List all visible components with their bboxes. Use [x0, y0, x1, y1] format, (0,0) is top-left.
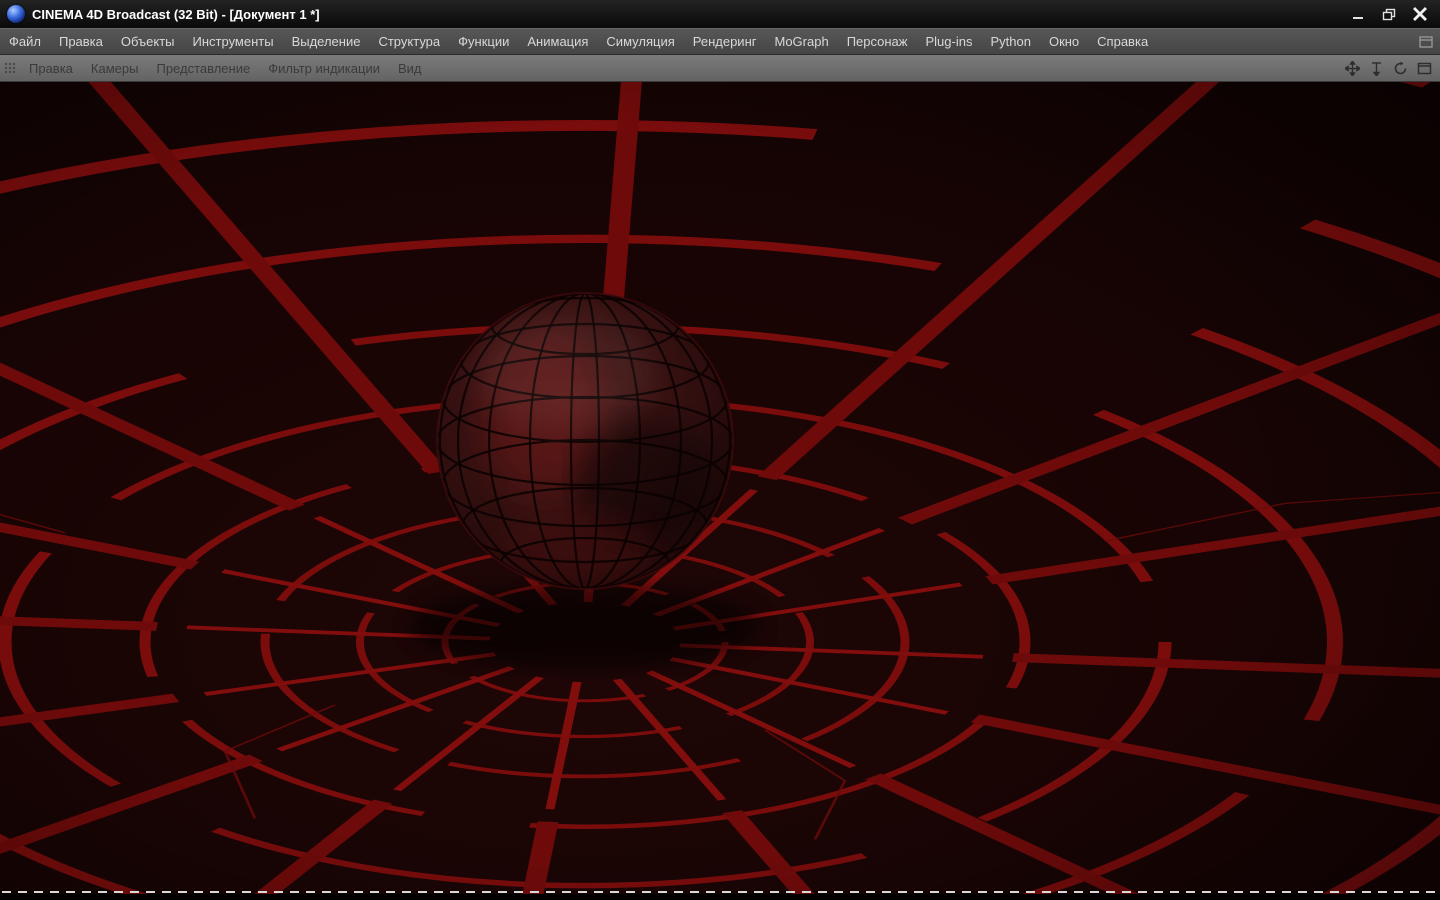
menu-functions[interactable]: Функции — [449, 29, 518, 54]
menu-structure[interactable]: Структура — [369, 29, 449, 54]
vp-menu-view[interactable]: Представление — [147, 56, 259, 81]
menu-selection[interactable]: Выделение — [283, 29, 370, 54]
vp-menu-cameras[interactable]: Камеры — [82, 56, 148, 81]
letterbox-strip — [0, 894, 1440, 900]
main-menu-bar: Файл Правка Объекты Инструменты Выделени… — [0, 28, 1440, 55]
toggle-view-icon[interactable] — [1416, 60, 1433, 77]
viewport-canvas[interactable] — [0, 82, 1440, 900]
vignette-overlay — [0, 82, 1440, 900]
menu-window[interactable]: Окно — [1040, 29, 1088, 54]
window-title: CINEMA 4D Broadcast (32 Bit) - [Документ… — [32, 6, 320, 22]
viewport-menu-bar: Правка Камеры Представление Фильтр индик… — [0, 55, 1440, 82]
drag-handle-icon[interactable] — [0, 62, 20, 74]
menu-rendering[interactable]: Рендеринг — [684, 29, 766, 54]
menu-edit[interactable]: Правка — [50, 29, 112, 54]
cinema4d-logo-icon — [7, 5, 25, 23]
menu-python[interactable]: Python — [981, 29, 1039, 54]
vp-menu-edit[interactable]: Правка — [20, 56, 82, 81]
viewport-panel — [0, 82, 1440, 900]
menu-help[interactable]: Справка — [1088, 29, 1157, 54]
viewport-nav-icons — [1344, 60, 1440, 77]
vp-menu-display-filter[interactable]: Фильтр индикации — [259, 56, 389, 81]
dolly-icon[interactable] — [1368, 60, 1385, 77]
menu-panel-icon[interactable] — [1419, 35, 1440, 48]
menu-tools[interactable]: Инструменты — [184, 29, 283, 54]
menu-file[interactable]: Файл — [0, 29, 50, 54]
close-button[interactable] — [1407, 3, 1433, 25]
move-icon[interactable] — [1344, 60, 1361, 77]
restore-button[interactable] — [1376, 3, 1402, 25]
rotate-icon[interactable] — [1392, 60, 1409, 77]
menu-animation[interactable]: Анимация — [518, 29, 597, 54]
menu-mograph[interactable]: MoGraph — [766, 29, 838, 54]
window-controls — [1345, 3, 1436, 25]
menu-objects[interactable]: Объекты — [112, 29, 184, 54]
title-bar[interactable]: CINEMA 4D Broadcast (32 Bit) - [Документ… — [0, 0, 1440, 28]
vp-menu-vid[interactable]: Вид — [389, 56, 431, 81]
menu-simulation[interactable]: Симуляция — [597, 29, 683, 54]
menu-plugins[interactable]: Plug-ins — [917, 29, 982, 54]
minimize-button[interactable] — [1345, 3, 1371, 25]
app-window: CINEMA 4D Broadcast (32 Bit) - [Документ… — [0, 0, 1440, 900]
menu-character[interactable]: Персонаж — [838, 29, 917, 54]
